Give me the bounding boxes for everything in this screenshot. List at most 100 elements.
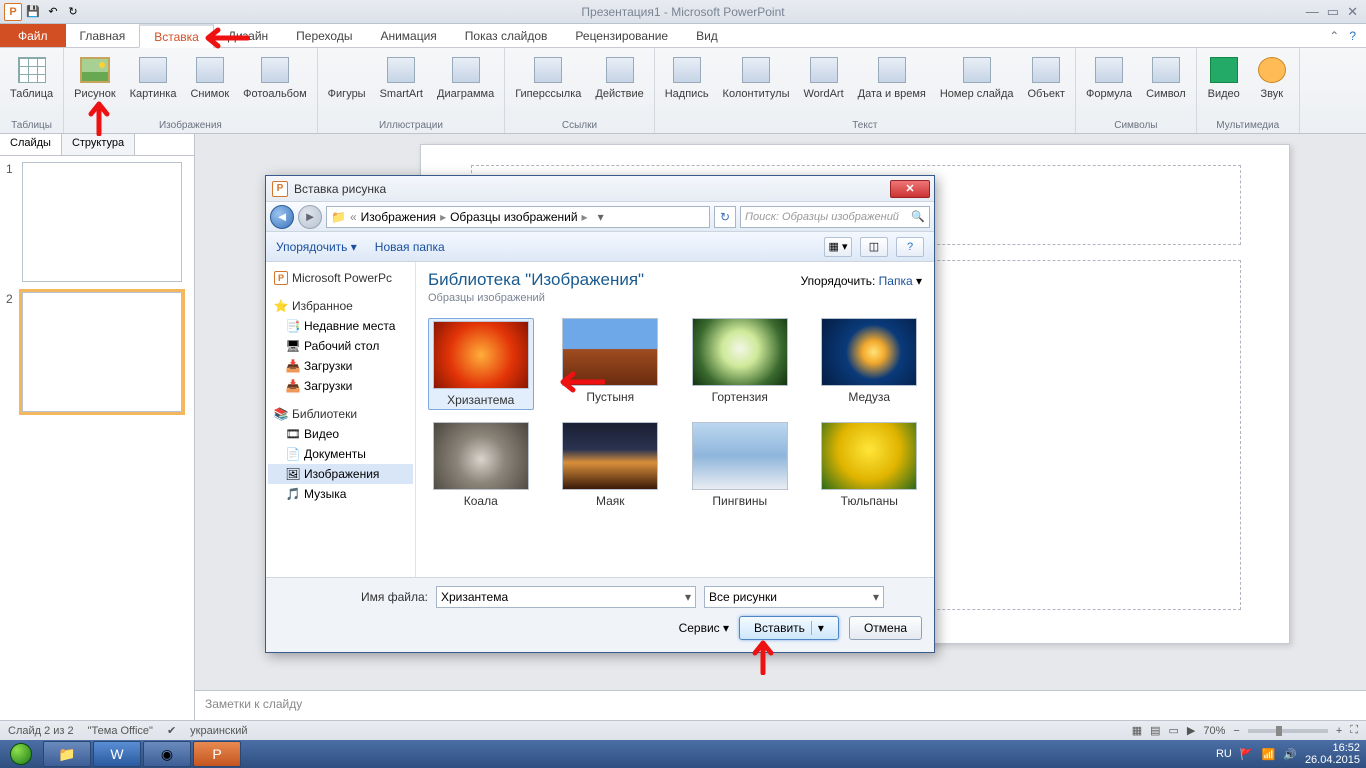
ribbon-item-3-1[interactable]: Действие [591,52,647,102]
ribbon-item-6-1[interactable]: Звук [1251,52,1293,102]
tray-volume-icon[interactable]: 🔊 [1283,748,1297,761]
tab-7[interactable]: Вид [682,24,732,47]
maximize-icon[interactable]: ▭ [1327,4,1339,20]
app-icon[interactable]: P [4,3,22,21]
proofing-icon[interactable]: ✔ [167,724,176,737]
taskbar-word[interactable]: W [93,741,141,767]
search-field[interactable]: Поиск: Образцы изображений 🔍 [740,206,930,228]
file-item-2[interactable]: Гортензия [687,318,793,410]
file-item-0[interactable]: Хризантема [428,318,534,410]
ribbon-item-1-1[interactable]: Картинка [126,52,181,102]
tray-flag-icon[interactable]: 🚩 [1240,748,1254,761]
pane-tab-outline[interactable]: Структура [62,134,135,155]
help-icon[interactable]: ? [1349,29,1356,43]
address-bar[interactable]: 📁 « Изображения ▸ Образцы изображений ▸ … [326,206,710,228]
new-folder-button[interactable]: Новая папка [375,240,445,254]
preview-pane-button[interactable]: ◫ [860,237,888,257]
tab-file[interactable]: Файл [0,24,66,47]
nav-back-button[interactable]: ◄ [270,205,294,229]
refresh-button[interactable]: ↻ [714,206,736,228]
save-icon[interactable]: 💾 [24,3,42,21]
view-reading-icon[interactable]: ▭ [1169,724,1179,737]
ribbon-item-1-0[interactable]: Рисунок [70,52,120,102]
file-item-6[interactable]: Пингвины [687,422,793,508]
ribbon-item-5-1[interactable]: Символ [1142,52,1190,102]
file-item-5[interactable]: Маяк [558,422,664,508]
ribbon-item-2-1[interactable]: SmartArt [376,52,427,102]
notes-field[interactable]: Заметки к слайду [195,690,1366,720]
ribbon-item-4-1[interactable]: Колонтитулы [719,52,794,102]
fit-icon[interactable]: ⛶ [1350,724,1358,737]
minimize-icon[interactable]: — [1306,4,1319,20]
side-downloads-1[interactable]: 📥Загрузки [268,356,413,376]
organize-button[interactable]: Упорядочить ▾ [276,240,357,254]
start-button[interactable] [0,740,42,768]
ribbon-item-6-0[interactable]: Видео [1203,52,1245,102]
pane-tab-slides[interactable]: Слайды [0,134,62,155]
tab-6[interactable]: Рецензирование [561,24,682,47]
dialog-titlebar[interactable]: P Вставка рисунка ✕ [266,176,934,202]
ribbon-item-4-3[interactable]: Дата и время [854,52,930,102]
ribbon-item-3-0[interactable]: Гиперссылка [511,52,585,102]
ribbon-item-4-4[interactable]: Номер слайда [936,52,1018,102]
zoom-level[interactable]: 70% [1203,725,1225,737]
cancel-button[interactable]: Отмена [849,616,922,640]
file-item-3[interactable]: Медуза [817,318,923,410]
file-item-7[interactable]: Тюльпаны [817,422,923,508]
side-documents[interactable]: 📄Документы [268,444,413,464]
taskbar-chrome[interactable]: ◉ [143,741,191,767]
tools-button[interactable]: Сервис ▾ [679,621,729,635]
breadcrumb-0[interactable]: Изображения [361,210,436,224]
redo-icon[interactable]: ↻ [64,3,82,21]
taskbar-explorer[interactable]: 📁 [43,741,91,767]
ribbon-item-4-0[interactable]: Надпись [661,52,713,102]
filename-combo[interactable]: Хризантема▾ [436,586,696,608]
insert-button[interactable]: Вставить▾ [739,616,839,640]
ribbon-minimize-icon[interactable]: ⌃ [1329,29,1339,43]
ribbon-item-4-2[interactable]: WordArt [800,52,848,102]
side-downloads-2[interactable]: 📥Загрузки [268,376,413,396]
undo-icon[interactable]: ↶ [44,3,62,21]
ribbon-item-2-0[interactable]: Фигуры [324,52,370,102]
side-libraries[interactable]: 📚Библиотеки [268,404,413,424]
dialog-close-button[interactable]: ✕ [890,180,930,198]
ribbon-item-5-0[interactable]: Формула [1082,52,1136,102]
ribbon-item-1-3[interactable]: Фотоальбом [239,52,311,102]
slide-thumb-0[interactable]: 1 [6,162,188,282]
tab-0[interactable]: Главная [66,24,140,47]
side-pp[interactable]: PMicrosoft PowerPс [268,268,413,288]
side-pictures[interactable]: 🖼Изображения [268,464,413,484]
view-sorter-icon[interactable]: ▤ [1150,724,1160,737]
ribbon-item-0-0[interactable]: Таблица [6,52,57,102]
tab-5[interactable]: Показ слайдов [451,24,562,47]
breadcrumb-1[interactable]: Образцы изображений [450,210,577,224]
side-recent[interactable]: 📑Недавние места [268,316,413,336]
close-icon[interactable]: ✕ [1347,4,1358,20]
tab-4[interactable]: Анимация [366,24,450,47]
side-desktop[interactable]: 🖥Рабочий стол [268,336,413,356]
tab-1[interactable]: Вставка [139,24,214,48]
view-normal-icon[interactable]: ▦ [1132,724,1142,737]
slide-thumb-1[interactable]: 2 [6,292,188,412]
ribbon-item-1-2[interactable]: Снимок [186,52,233,102]
zoom-slider[interactable] [1248,729,1328,733]
tab-3[interactable]: Переходы [282,24,366,47]
ribbon-item-2-2[interactable]: Диаграмма [433,52,498,102]
file-item-1[interactable]: Пустыня [558,318,664,410]
library-sort[interactable]: Упорядочить: Папка ▾ [801,274,922,288]
zoom-in-icon[interactable]: + [1336,725,1342,737]
status-language[interactable]: украинский [190,725,247,737]
address-dropdown-icon[interactable]: ▾ [592,210,610,224]
tray-network-icon[interactable]: 📶 [1262,748,1276,761]
file-item-4[interactable]: Коала [428,422,534,508]
side-videos[interactable]: 🎞Видео [268,424,413,444]
ribbon-item-4-5[interactable]: Объект [1024,52,1069,102]
view-slideshow-icon[interactable]: ▶ [1187,724,1195,737]
tab-2[interactable]: Дизайн [214,24,282,47]
view-mode-button[interactable]: ▦ ▾ [824,237,852,257]
zoom-out-icon[interactable]: − [1233,725,1239,737]
filetype-combo[interactable]: Все рисунки▾ [704,586,884,608]
side-favorites[interactable]: ⭐Избранное [268,296,413,316]
side-music[interactable]: 🎵Музыка [268,484,413,504]
tray-lang[interactable]: RU [1216,748,1232,760]
